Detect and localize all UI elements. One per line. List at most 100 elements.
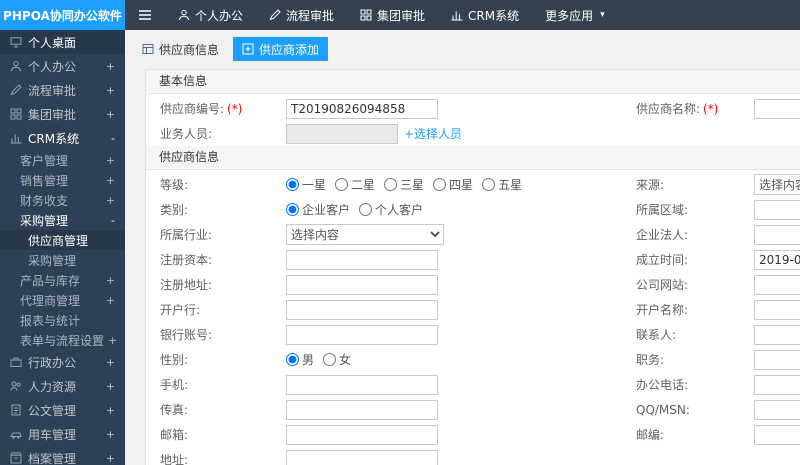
section-title: 基本信息 [146, 70, 800, 94]
registered-address-input[interactable] [286, 274, 438, 295]
field-control [754, 98, 800, 119]
sidebar-item-purchasing[interactable]: 采购管理 [0, 250, 125, 270]
level-radio-input[interactable] [286, 178, 299, 191]
field-region: 所属区域: [636, 197, 800, 222]
topnav-item-label: 更多应用 [545, 8, 594, 23]
qq-msn-input[interactable] [754, 399, 800, 420]
field-level: 等级: 一星 二星 三星 四星 五星 [146, 172, 636, 197]
chart-icon [451, 9, 463, 21]
sidebar-item-purchase-mgmt[interactable]: 采购管理 - [0, 210, 125, 230]
fax-input[interactable] [286, 399, 438, 420]
tab-supplier-add[interactable]: 供应商添加 [233, 37, 329, 61]
region-input[interactable] [754, 199, 800, 220]
level-radio-input[interactable] [335, 178, 349, 191]
level-radio-option[interactable]: 三星 [384, 176, 424, 193]
form-row: 手机: 办公电话: [146, 372, 800, 397]
level-radio-input[interactable] [482, 178, 496, 191]
business-person-input[interactable] [286, 123, 398, 144]
level-radio-input[interactable] [433, 178, 447, 191]
form-row: 邮箱: 邮编: [146, 422, 800, 447]
level-radio-option[interactable]: 一星 [286, 176, 326, 193]
industry-select[interactable]: 选择内容 [286, 224, 444, 245]
sidebar-item-group-approval[interactable]: 集团审批 + [0, 102, 125, 126]
category-radio-option[interactable]: 企业客户 [286, 201, 350, 218]
field-label-company-website: 公司网站: [636, 278, 689, 292]
gender-radio-input[interactable] [286, 353, 299, 366]
registered-capital-input[interactable] [286, 249, 438, 270]
source-select[interactable]: 选择内容 [754, 174, 800, 195]
sidebar-item-supplier-mgmt[interactable]: 供应商管理 [0, 230, 125, 250]
sidebar-item-sales-mgmt[interactable]: 销售管理 + [0, 170, 125, 190]
expand-toggle-icon: + [105, 293, 115, 307]
field-category: 类别: 企业客户 个人客户 [146, 197, 636, 222]
supplier-no-input[interactable] [286, 98, 438, 119]
expand-toggle-icon: - [111, 213, 115, 227]
sidebar-item-human-resources[interactable]: 人力资源 + [0, 374, 125, 398]
field-zipcode: 邮编: [636, 422, 800, 447]
field-label-supplier-name: 供应商名称: (*) [636, 102, 719, 116]
gender-radio-input[interactable] [323, 353, 337, 366]
topnav-item-personal-office[interactable]: 个人办公 [165, 0, 256, 30]
field-label-fax: 传真: [160, 403, 189, 417]
category-radio-input[interactable] [359, 203, 373, 216]
gender-radio-option[interactable]: 男 [286, 351, 314, 368]
sidebar-item-product-stock[interactable]: 产品与库存 + [0, 270, 125, 290]
field-bank: 开户行: [146, 297, 636, 322]
menu-toggle[interactable] [125, 0, 165, 30]
founded-date-input[interactable] [754, 249, 800, 270]
level-radio-option[interactable]: 四星 [433, 176, 473, 193]
field-label-zipcode: 邮编: [636, 428, 665, 442]
mobile-input[interactable] [286, 374, 438, 395]
sidebar-item-customer-mgmt[interactable]: 客户管理 + [0, 150, 125, 170]
contact-person-input[interactable] [754, 324, 800, 345]
position-input[interactable] [754, 349, 800, 370]
tab-supplier-info[interactable]: 供应商信息 [133, 37, 228, 61]
level-radio-option[interactable]: 五星 [482, 176, 522, 193]
sidebar-item-personal-desktop[interactable]: 个人桌面 [0, 30, 125, 54]
email-input[interactable] [286, 424, 438, 445]
level-radio-option[interactable]: 二星 [335, 176, 375, 193]
topnav-item-crm-system[interactable]: CRM系统 [438, 0, 532, 30]
sidebar-item-personal-office[interactable]: 个人办公 + [0, 54, 125, 78]
zipcode-input[interactable] [754, 424, 800, 445]
company-website-input[interactable] [754, 274, 800, 295]
main-content: 供应商信息 供应商添加 基本信息供应商编号:(*) 供应商名称:(*) 业务人员: +选… [125, 30, 800, 465]
gender-radio-option[interactable]: 女 [323, 351, 351, 368]
sidebar-item-label: 个人桌面 [28, 35, 77, 50]
sidebar-item-admin-office[interactable]: 行政办公 + [0, 350, 125, 374]
sidebar-item-vehicle-mgmt[interactable]: 用车管理 + [0, 422, 125, 446]
form-row: 供应商编号:(*) 供应商名称:(*) [146, 96, 800, 121]
address-input[interactable] [286, 449, 438, 465]
sidebar-item-finance-mgmt[interactable]: 财务收支 + [0, 190, 125, 210]
bank-account-input[interactable] [286, 324, 438, 345]
topnav-item-process-approval[interactable]: 流程审批 [256, 0, 347, 30]
level-radio-input[interactable] [384, 178, 398, 191]
sidebar-item-agent-mgmt[interactable]: 代理商管理 + [0, 290, 125, 310]
category-radio-option[interactable]: 个人客户 [359, 201, 423, 218]
app-logo[interactable]: PHPOA协同办公软件 [0, 0, 125, 30]
business-person-picker-link[interactable]: +选择人员 [404, 125, 462, 142]
field-control [754, 299, 800, 320]
legal-person-input[interactable] [754, 224, 800, 245]
sidebar-item-reports-stats[interactable]: 报表与统计 [0, 310, 125, 330]
desktop-icon [10, 36, 22, 48]
sidebar-item-crm-system[interactable]: CRM系统 - [0, 126, 125, 150]
category-radio-input[interactable] [286, 203, 299, 216]
sidebar-item-label: 采购管理 [20, 213, 69, 228]
sidebar-item-archive-mgmt[interactable]: 档案管理 + [0, 446, 125, 465]
radio-option-label: 个人客户 [375, 203, 424, 217]
bank-input[interactable] [286, 299, 438, 320]
topnav-item-group-approval[interactable]: 集团审批 [347, 0, 438, 30]
office-phone-input[interactable] [754, 374, 800, 395]
topnav-item-more-apps[interactable]: 更多应用 ▾ [532, 0, 618, 30]
sidebar-item-form-flow-settings[interactable]: 表单与流程设置 + [0, 330, 125, 350]
supplier-name-input[interactable] [754, 98, 800, 119]
radio-option-label: 一星 [302, 178, 327, 192]
field-label-contact-person: 联系人: [636, 328, 677, 342]
sidebar-item-document-mgmt[interactable]: 公文管理 + [0, 398, 125, 422]
account-name-input[interactable] [754, 299, 800, 320]
sidebar-item-process-approval[interactable]: 流程审批 + [0, 78, 125, 102]
field-control [754, 374, 800, 395]
topnav-item-label: 个人办公 [195, 8, 244, 23]
expand-toggle-icon: + [108, 333, 118, 347]
